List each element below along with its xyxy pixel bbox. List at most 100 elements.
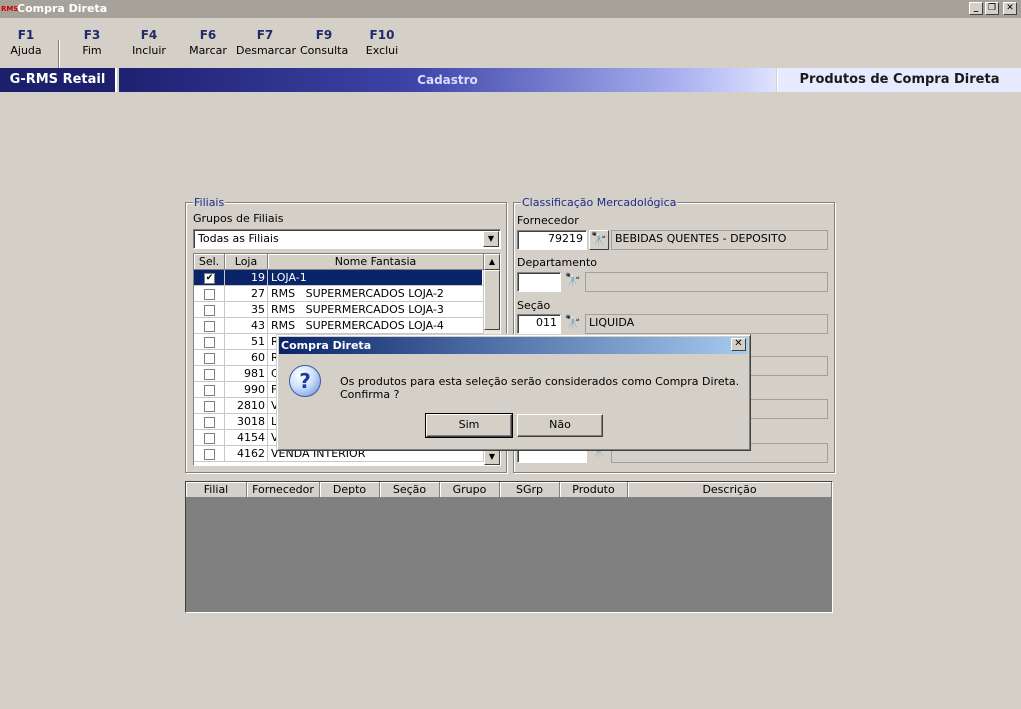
filial-row[interactable]: 43 RMS SUPERMERCADOS LOJA-4	[194, 318, 484, 334]
sim-button[interactable]: Sim	[425, 413, 513, 438]
nome-fantasia-cell: RMS SUPERMERCADOS LOJA-2	[268, 286, 484, 302]
close-window-button[interactable]: ✕	[1003, 2, 1017, 15]
f7-unmark-button[interactable]: F7 Desmarcar	[236, 28, 297, 64]
select-checkbox[interactable]	[204, 369, 215, 380]
col-header-nome-fantasia[interactable]: Nome Fantasia	[268, 254, 484, 270]
loja-cell: 990	[225, 382, 268, 398]
f10-delete-button[interactable]: F10 Exclui	[360, 28, 404, 64]
select-checkbox[interactable]	[204, 385, 215, 396]
col-header-fornecedor[interactable]: Fornecedor	[247, 482, 320, 498]
loja-cell: 60	[225, 350, 268, 366]
col-header-grupo[interactable]: Grupo	[440, 482, 500, 498]
loja-cell: 19	[225, 270, 268, 286]
fkey-code: F9	[315, 28, 333, 42]
restore-button[interactable]: ❐	[985, 2, 999, 15]
loja-cell: 4162	[225, 446, 268, 462]
departamento-search-binoculars-icon[interactable]: 🔭	[563, 272, 583, 292]
col-header-filial[interactable]: Filial	[186, 482, 247, 498]
fkey-label: Marcar	[189, 44, 227, 57]
sel-cell	[194, 334, 225, 350]
minimize-button[interactable]: _	[969, 2, 983, 15]
f1-help-button[interactable]: F1 Ajuda	[6, 28, 46, 64]
departamento-description	[585, 272, 828, 292]
col-header-loja[interactable]: Loja	[225, 254, 268, 270]
fornecedor-search-binoculars-icon[interactable]: 🔭	[589, 230, 609, 250]
sel-cell	[194, 366, 225, 382]
fornecedor-description: BEBIDAS QUENTES - DEPOSITO	[611, 230, 828, 250]
loja-cell: 2810	[225, 398, 268, 414]
brand-label: G-RMS Retail	[0, 68, 117, 92]
question-icon: ?	[289, 365, 321, 397]
sel-cell	[194, 414, 225, 430]
sel-cell	[194, 382, 225, 398]
f6-mark-button[interactable]: F6 Marcar	[186, 28, 230, 64]
screen-title: Produtos de Compra Direta	[777, 68, 1021, 92]
produtos-grid: Filial Fornecedor Depto Seção Grupo SGrp…	[185, 481, 833, 613]
filial-row[interactable]: 27 RMS SUPERMERCADOS LOJA-2	[194, 286, 484, 302]
col-header-sgrp[interactable]: SGrp	[500, 482, 560, 498]
col-header-depto[interactable]: Depto	[320, 482, 380, 498]
nome-fantasia-cell: RMS SUPERMERCADOS LOJA-3	[268, 302, 484, 318]
f9-query-button[interactable]: F9 Consulta	[300, 28, 348, 64]
module-banner: G-RMS Retail Cadastro Produtos de Compra…	[0, 68, 1021, 92]
fkey-code: F1	[17, 28, 35, 42]
select-checkbox[interactable]	[204, 289, 215, 300]
departamento-code-input[interactable]	[517, 272, 561, 292]
window-title: Compra Direta	[17, 2, 108, 15]
secao-code-input[interactable]: 011	[517, 314, 561, 334]
select-checkbox[interactable]	[204, 417, 215, 428]
loja-cell: 27	[225, 286, 268, 302]
loja-cell: 51	[225, 334, 268, 350]
select-checkbox[interactable]	[204, 401, 215, 412]
secao-description: LIQUIDA	[585, 314, 828, 334]
col-header-produto[interactable]: Produto	[560, 482, 628, 498]
function-key-toolbar: F1 Ajuda F3 Fim F4 Incluir F6 Marcar F7 …	[0, 18, 1021, 80]
sel-cell	[194, 286, 225, 302]
fkey-label: Fim	[82, 44, 102, 57]
fkey-code: F4	[140, 28, 158, 42]
select-checkbox[interactable]	[204, 321, 215, 332]
scroll-down-icon[interactable]: ▼	[484, 449, 500, 465]
fkey-label: Consulta	[300, 44, 349, 57]
f4-include-button[interactable]: F4 Incluir	[126, 28, 172, 64]
filiais-group-title: Filiais	[193, 196, 226, 209]
grupos-filiais-select[interactable]: Todas as Filiais ▼	[193, 229, 501, 249]
select-checkbox[interactable]	[204, 433, 215, 444]
grupos-filiais-value: Todas as Filiais	[198, 232, 279, 245]
fornecedor-code-input[interactable]: 79219	[517, 230, 587, 250]
loja-cell: 35	[225, 302, 268, 318]
chevron-down-icon[interactable]: ▼	[483, 231, 499, 247]
secao-search-binoculars-icon[interactable]: 🔭	[563, 314, 583, 334]
filial-row[interactable]: 35 RMS SUPERMERCADOS LOJA-3	[194, 302, 484, 318]
col-header-sel[interactable]: Sel.	[194, 254, 225, 270]
select-checkbox[interactable]	[204, 449, 215, 460]
window-title-bar: RMS Compra Direta _ ❐ ✕	[0, 0, 1021, 18]
fkey-label: Desmarcar	[236, 44, 297, 57]
select-checkbox[interactable]	[204, 305, 215, 316]
sel-cell	[194, 446, 225, 462]
nome-fantasia-cell: LOJA-1	[268, 270, 484, 286]
dialog-message: Os produtos para esta seleção serão cons…	[340, 375, 740, 401]
section-label: Cadastro	[119, 68, 776, 92]
grupos-filiais-label: Grupos de Filiais	[193, 212, 284, 225]
filial-row[interactable]: ✔ 19 LOJA-1	[194, 270, 484, 286]
fkey-code: F10	[369, 28, 395, 42]
f3-end-button[interactable]: F3 Fim	[72, 28, 112, 64]
dialog-title: Compra Direta	[279, 337, 748, 354]
select-checkbox[interactable]: ✔	[204, 273, 215, 284]
secao-label: Seção	[517, 299, 551, 312]
col-header-secao[interactable]: Seção	[380, 482, 440, 498]
sel-cell	[194, 398, 225, 414]
nao-button[interactable]: Não	[517, 414, 603, 437]
confirm-dialog: Compra Direta ✕ ? Os produtos para esta …	[276, 334, 751, 451]
dialog-close-icon[interactable]: ✕	[731, 338, 746, 351]
sel-cell	[194, 350, 225, 366]
select-checkbox[interactable]	[204, 337, 215, 348]
fkey-label: Incluir	[132, 44, 166, 57]
scroll-up-icon[interactable]: ▲	[484, 254, 500, 270]
fornecedor-label: Fornecedor	[517, 214, 579, 227]
select-checkbox[interactable]	[204, 353, 215, 364]
sel-cell: ✔	[194, 270, 225, 286]
col-header-descricao[interactable]: Descrição	[628, 482, 832, 498]
scroll-thumb[interactable]	[484, 270, 500, 330]
